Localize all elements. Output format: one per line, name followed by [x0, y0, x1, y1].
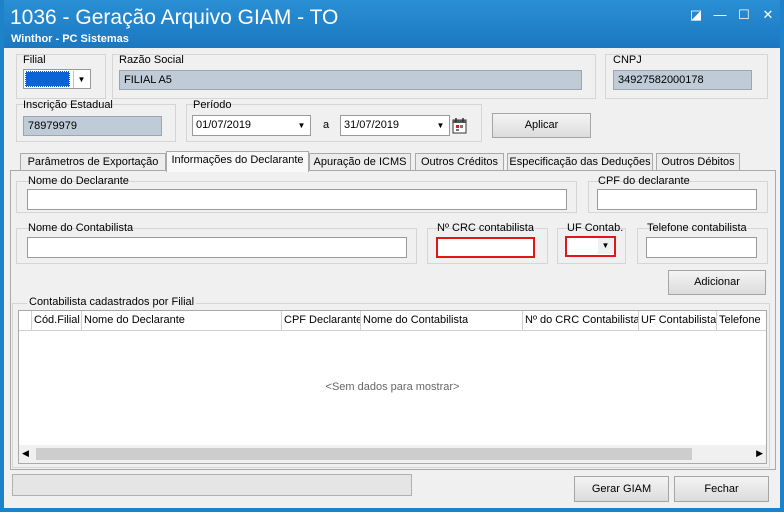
tab-parametros[interactable]: Parâmetros de Exportação: [20, 153, 166, 171]
close-icon[interactable]: ✕: [760, 8, 776, 22]
col-cod-filial[interactable]: Cód.Filial: [32, 311, 82, 331]
nome-declarante-label: Nome do Declarante: [28, 175, 129, 187]
chevron-down-icon[interactable]: ▼: [433, 117, 448, 134]
grid-row-indicator: [19, 311, 32, 331]
window-subtitle: Winthor - PC Sistemas: [11, 33, 129, 45]
contabilistas-grid[interactable]: Cód.Filial Nome do Declarante CPF Declar…: [18, 310, 767, 464]
adicionar-button[interactable]: Adicionar: [668, 270, 766, 295]
col-crc-contabilista[interactable]: Nº do CRC Contabilista: [523, 311, 639, 331]
chevron-down-icon[interactable]: ▼: [598, 238, 613, 254]
date-to-input[interactable]: 31/07/2019 ▼: [340, 115, 450, 136]
cnpj-field: 34927582000178: [613, 70, 752, 90]
chevron-down-icon[interactable]: ▼: [294, 117, 309, 134]
col-cpf-declarante[interactable]: CPF Declarante: [282, 311, 361, 331]
nome-contabilista-input[interactable]: [27, 237, 407, 258]
window-title: 1036 - Geração Arquivo GIAM - TO: [10, 6, 339, 29]
cpf-label: CPF do declarante: [598, 175, 690, 187]
nome-declarante-input[interactable]: [27, 189, 567, 210]
razao-field: FILIAL A5: [119, 70, 582, 90]
uf-label: UF Contab.: [567, 222, 624, 234]
fechar-button[interactable]: Fechar: [674, 476, 769, 502]
telefone-input[interactable]: [646, 237, 757, 258]
aplicar-button[interactable]: Aplicar: [492, 113, 591, 138]
uf-select[interactable]: ▼: [565, 236, 616, 257]
col-telefone[interactable]: Telefone: [717, 311, 766, 331]
date-separator: a: [323, 119, 330, 131]
scroll-right-icon[interactable]: ▶: [756, 448, 763, 459]
cpf-input[interactable]: [597, 189, 757, 210]
gerar-giam-button[interactable]: Gerar GIAM: [574, 476, 669, 502]
main-content: Filial ▼ Razão Social FILIAL A5 CNPJ 349…: [4, 48, 780, 508]
crc-input[interactable]: [436, 237, 535, 258]
telefone-label: Telefone contabilista: [647, 222, 747, 234]
tab-declarante[interactable]: Informações do Declarante: [166, 151, 309, 172]
ie-label: Inscrição Estadual: [23, 99, 113, 111]
chevron-down-icon[interactable]: ▼: [73, 71, 89, 88]
maximize-icon[interactable]: ☐: [736, 8, 752, 22]
calendar-icon[interactable]: [452, 117, 468, 134]
date-to-value: 31/07/2019: [344, 119, 400, 131]
restore-icon[interactable]: ◪: [688, 8, 704, 22]
cnpj-label: CNPJ: [613, 54, 642, 66]
tab-outros-debitos[interactable]: Outros Débitos: [656, 153, 740, 171]
tab-apuracao[interactable]: Apuração de ICMS: [309, 153, 411, 171]
scroll-left-icon[interactable]: ◀: [22, 448, 29, 459]
nome-contabilista-label: Nome do Contabilista: [28, 222, 134, 234]
scrollbar-thumb[interactable]: [36, 448, 692, 460]
date-from-input[interactable]: 01/07/2019 ▼: [192, 115, 311, 136]
tab-outros-creditos[interactable]: Outros Créditos: [415, 153, 504, 171]
title-bar: 1036 - Geração Arquivo GIAM - TO Winthor…: [0, 0, 784, 48]
status-bar: [12, 474, 412, 496]
horizontal-scrollbar[interactable]: ◀ ▶: [19, 445, 766, 463]
crc-label: Nº CRC contabilista: [437, 222, 534, 234]
col-uf-contabilista[interactable]: UF Contabilista: [639, 311, 717, 331]
ie-field: 78979979: [23, 116, 162, 136]
minimize-icon[interactable]: —: [712, 8, 728, 22]
contabilistas-label: Contabilista cadastrados por Filial: [27, 296, 197, 308]
app-window: 1036 - Geração Arquivo GIAM - TO Winthor…: [0, 0, 784, 512]
filial-label: Filial: [23, 54, 46, 66]
grid-empty-message: <Sem dados para mostrar>: [325, 381, 460, 393]
periodo-label: Período: [193, 99, 232, 111]
razao-label: Razão Social: [119, 54, 184, 66]
col-nome-contabilista[interactable]: Nome do Contabilista: [361, 311, 523, 331]
date-from-value: 01/07/2019: [196, 119, 252, 131]
col-nome-declarante[interactable]: Nome do Declarante: [82, 311, 282, 331]
filial-select[interactable]: ▼: [23, 69, 91, 89]
tab-deducoes[interactable]: Especificação das Deduções: [507, 153, 653, 171]
